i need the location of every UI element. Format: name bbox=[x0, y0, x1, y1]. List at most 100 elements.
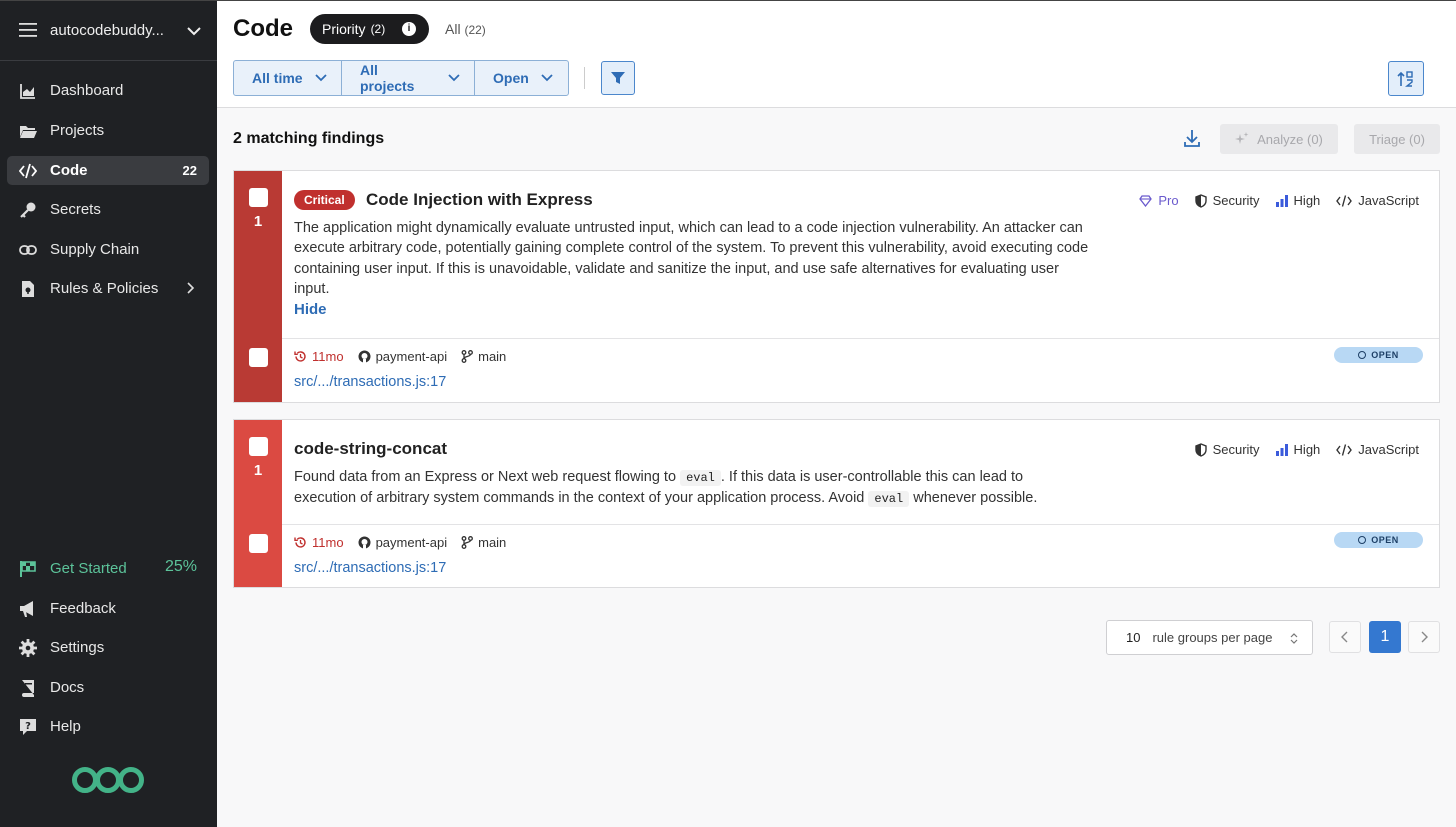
code-snippet: eval bbox=[868, 491, 910, 508]
description-text: whenever possible. bbox=[913, 490, 1038, 507]
triage-button[interactable]: Triage (0) bbox=[1354, 124, 1440, 154]
finding-checkbox[interactable] bbox=[249, 348, 268, 367]
sidebar-item-rules-policies[interactable]: Rules & Policies bbox=[7, 274, 209, 303]
pro-tag: Pro bbox=[1139, 193, 1179, 208]
github-icon bbox=[358, 350, 371, 363]
prev-page-button[interactable] bbox=[1329, 621, 1361, 653]
sidebar-item-docs[interactable]: Docs bbox=[7, 673, 209, 702]
filter-button[interactable] bbox=[601, 61, 635, 95]
finding-checkbox[interactable] bbox=[249, 534, 268, 553]
chevron-right-icon bbox=[187, 282, 195, 294]
chevron-down-icon bbox=[541, 74, 553, 82]
category-label: Security bbox=[1212, 193, 1260, 208]
tab-priority-label: Priority bbox=[322, 21, 366, 37]
tab-priority-count: (2) bbox=[370, 22, 386, 36]
code-snippet: eval bbox=[680, 470, 721, 486]
code-count-badge: 22 bbox=[182, 163, 197, 178]
sidebar-item-dashboard[interactable]: Dashboard bbox=[7, 76, 209, 105]
shield-icon bbox=[1194, 193, 1207, 208]
sidebar-item-secrets[interactable]: Secrets bbox=[7, 195, 209, 224]
sidebar-item-label: Projects bbox=[50, 122, 105, 139]
status-filter-dropdown[interactable]: Open bbox=[475, 61, 568, 95]
finding-repo[interactable]: payment-api bbox=[358, 349, 448, 364]
help-icon: ? bbox=[20, 719, 36, 735]
status-badge[interactable]: OPEN bbox=[1334, 532, 1423, 548]
shield-icon bbox=[1194, 442, 1207, 457]
circle-icon bbox=[1358, 351, 1367, 359]
sidebar-item-label: Help bbox=[50, 718, 81, 735]
book-icon bbox=[22, 680, 34, 697]
category-label: Security bbox=[1212, 442, 1260, 457]
finding-title[interactable]: code-string-concat bbox=[294, 439, 447, 459]
menu-icon[interactable] bbox=[19, 23, 37, 37]
finding-description: Found data from an Express or Next web r… bbox=[294, 467, 1089, 510]
analyze-button[interactable]: Analyze (0) bbox=[1220, 124, 1338, 154]
tab-priority[interactable]: Priority (2) i bbox=[310, 14, 429, 44]
page-button-current[interactable]: 1 bbox=[1369, 621, 1401, 653]
policy-doc-icon bbox=[22, 281, 34, 297]
sidebar-item-get-started[interactable]: Get Started 25% bbox=[7, 554, 209, 583]
org-switcher[interactable]: autocodebuddy... bbox=[0, 1, 217, 61]
sidebar-item-supply-chain[interactable]: Supply Chain bbox=[7, 235, 209, 264]
sidebar-item-code[interactable]: Code 22 bbox=[7, 156, 209, 185]
finding-title[interactable]: Code Injection with Express bbox=[366, 190, 593, 210]
finding-age: 11mo bbox=[294, 535, 344, 550]
code-icon bbox=[1336, 443, 1353, 456]
hide-description-link[interactable]: Hide bbox=[294, 301, 327, 318]
download-icon[interactable] bbox=[1183, 129, 1201, 149]
info-icon[interactable]: i bbox=[402, 22, 416, 36]
status-label: OPEN bbox=[1371, 535, 1399, 545]
filter-group: All time All projects Open bbox=[233, 60, 569, 96]
status-badge[interactable]: OPEN bbox=[1334, 347, 1423, 363]
signal-bars-icon bbox=[1275, 194, 1288, 207]
divider bbox=[282, 524, 1439, 525]
flag-icon bbox=[20, 561, 36, 577]
sidebar-item-help[interactable]: ? Help bbox=[7, 712, 209, 741]
confidence-tag: High bbox=[1275, 193, 1320, 208]
per-page-select[interactable]: 10 rule groups per page bbox=[1106, 620, 1313, 655]
status-filter-label: Open bbox=[493, 70, 529, 86]
sidebar-item-label: Dashboard bbox=[50, 82, 124, 99]
key-icon bbox=[20, 202, 36, 218]
repo-label: payment-api bbox=[375, 349, 448, 364]
finding-count: 1 bbox=[253, 213, 263, 230]
sidebar-item-feedback[interactable]: Feedback bbox=[7, 594, 209, 623]
analyze-label: Analyze (0) bbox=[1257, 131, 1323, 147]
finding-branch: main bbox=[461, 349, 506, 364]
per-page-label: rule groups per page bbox=[1152, 630, 1273, 645]
diamond-icon bbox=[1139, 194, 1153, 207]
sidebar-item-projects[interactable]: Projects bbox=[7, 116, 209, 145]
github-icon bbox=[358, 536, 371, 549]
finding-group-checkbox[interactable] bbox=[249, 437, 268, 456]
age-label: 11mo bbox=[312, 349, 344, 364]
repo-label: payment-api bbox=[375, 535, 448, 550]
finding-path-link[interactable]: src/.../transactions.js:17 bbox=[294, 374, 446, 390]
sparkle-icon bbox=[1235, 132, 1249, 144]
sidebar-item-label: Get Started bbox=[50, 560, 127, 577]
sort-icon bbox=[1397, 70, 1413, 87]
finding-repo[interactable]: payment-api bbox=[358, 535, 448, 550]
divider bbox=[282, 338, 1439, 339]
chevron-down-icon[interactable] bbox=[186, 23, 202, 39]
time-filter-dropdown[interactable]: All time bbox=[234, 61, 342, 95]
tab-all[interactable]: All (22) bbox=[445, 21, 486, 37]
finding-description: The application might dynamically evalua… bbox=[294, 220, 1089, 297]
branch-icon bbox=[461, 536, 474, 549]
finding-path-link[interactable]: src/.../transactions.js:17 bbox=[294, 560, 446, 576]
sidebar-item-settings[interactable]: Settings bbox=[7, 633, 209, 662]
chevron-right-icon bbox=[1421, 631, 1428, 643]
sort-button[interactable] bbox=[1388, 61, 1424, 96]
confidence-label: High bbox=[1293, 442, 1321, 457]
megaphone-icon bbox=[20, 601, 33, 617]
sidebar-item-label: Code bbox=[50, 162, 88, 179]
brand-logo bbox=[72, 767, 144, 793]
finding-group-checkbox[interactable] bbox=[249, 188, 268, 207]
next-page-button[interactable] bbox=[1408, 621, 1440, 653]
language-label: JavaScript bbox=[1358, 442, 1419, 457]
sidebar-item-label: Secrets bbox=[50, 201, 101, 218]
status-label: OPEN bbox=[1371, 350, 1399, 360]
per-page-value: 10 bbox=[1126, 630, 1141, 645]
project-filter-dropdown[interactable]: All projects bbox=[342, 61, 475, 95]
description-text: Found data from an Express or Next web r… bbox=[294, 469, 677, 485]
tab-all-count: (22) bbox=[464, 23, 486, 37]
